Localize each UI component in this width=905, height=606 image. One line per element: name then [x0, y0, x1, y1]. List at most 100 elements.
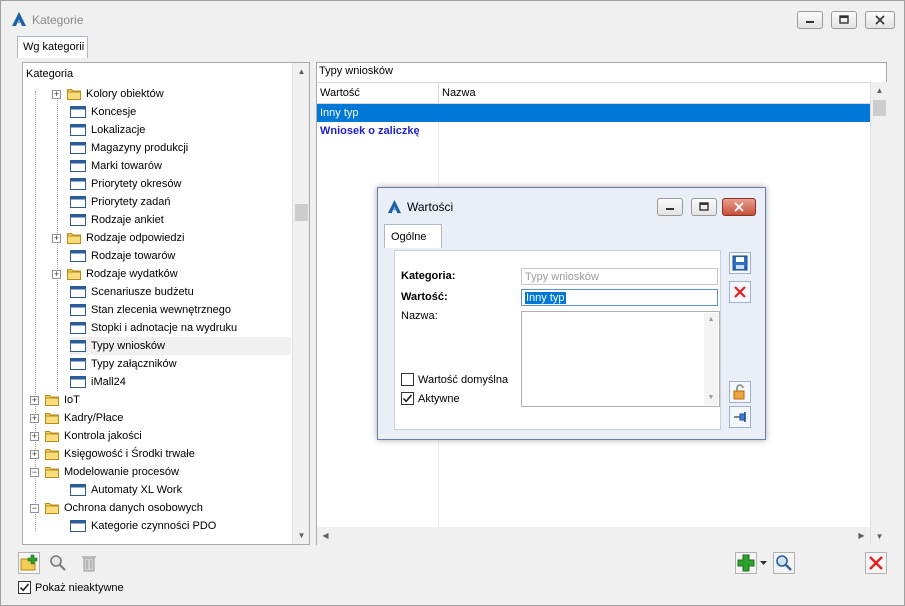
collapse-icon[interactable]: −	[30, 503, 39, 513]
table-icon	[70, 124, 86, 136]
tree-item[interactable]: + Rodzaje odpowiedzi	[52, 229, 291, 247]
default-value-checkbox[interactable]	[401, 373, 414, 386]
maximize-button[interactable]	[831, 11, 857, 29]
search-values-button[interactable]	[773, 552, 795, 574]
dialog-form: Kategoria: Typy wniosków Wartość: Inny t…	[394, 250, 721, 430]
expand-icon[interactable]: +	[30, 431, 39, 441]
column-separator	[438, 83, 439, 105]
table-icon	[70, 340, 86, 352]
tree-item-label: Rodzaje wydatków	[86, 268, 178, 280]
scroll-up-icon[interactable]: ▲	[704, 313, 718, 327]
table-icon	[70, 160, 86, 172]
tree-item[interactable]: + Kolory obiektów	[52, 85, 291, 103]
category-field: Typy wniosków	[521, 268, 718, 285]
scroll-right-icon[interactable]: ▶	[853, 527, 870, 544]
scroll-down-icon[interactable]: ▼	[871, 528, 888, 545]
grid-scrollbar[interactable]: ▲ ▼	[870, 82, 887, 545]
tab-by-category[interactable]: Wg kategorii	[17, 36, 88, 58]
tree-item-label: Kadry/Płace	[64, 412, 124, 424]
value-field[interactable]: Inny typ	[521, 289, 718, 306]
tree-item[interactable]: + Kadry/Płace	[30, 409, 291, 427]
tree-item[interactable]: Kategorie czynności PDO	[70, 517, 291, 535]
active-row[interactable]: Aktywne	[401, 392, 460, 405]
h-scrollbar[interactable]: ◀ ▶	[317, 527, 870, 545]
dialog-maximize-button[interactable]	[691, 198, 717, 216]
tree-item-label: Lokalizacje	[91, 124, 146, 136]
add-dropdown-button[interactable]	[758, 552, 769, 574]
checkmark-icon	[402, 394, 413, 403]
expand-icon[interactable]: +	[30, 413, 39, 423]
tree-item[interactable]: iMall24	[70, 373, 291, 391]
tree-item-label: Rodzaje ankiet	[91, 214, 164, 226]
tree-item-label: Koncesje	[91, 106, 137, 118]
collapse-icon[interactable]: −	[30, 467, 39, 477]
tab-general[interactable]: Ogólne	[384, 224, 442, 248]
show-inactive-row[interactable]: Pokaż nieaktywne	[18, 581, 124, 594]
scroll-down-icon[interactable]: ▼	[704, 391, 718, 405]
tree-item[interactable]: + Rodzaje wydatków	[52, 265, 291, 283]
tree-item[interactable]: + Kontrola jakości	[30, 427, 291, 445]
add-value-button[interactable]	[735, 552, 757, 574]
folder-icon	[67, 233, 81, 244]
tree-item[interactable]: Typy wniosków	[70, 337, 291, 355]
scroll-down-icon[interactable]: ▼	[293, 527, 310, 544]
search-button[interactable]	[47, 552, 69, 574]
dialog-minimize-button[interactable]	[657, 198, 683, 216]
tree-item-label: Kolory obiektów	[86, 88, 164, 100]
expand-icon[interactable]: +	[52, 233, 61, 243]
tree-item[interactable]: Magazyny produkcji	[70, 139, 291, 157]
expand-icon[interactable]: +	[30, 395, 39, 405]
tree-item-label: Stopki i adnotacje na wydruku	[91, 322, 238, 334]
tree-item-label: IoT	[64, 394, 80, 406]
active-checkbox[interactable]	[401, 392, 414, 405]
unlock-button[interactable]	[729, 381, 751, 403]
minimize-button[interactable]	[797, 11, 823, 29]
show-inactive-checkbox[interactable]	[18, 581, 31, 594]
tree-item-label: Priorytety zadań	[91, 196, 171, 208]
scroll-left-icon[interactable]: ◀	[317, 527, 334, 544]
cancel-button[interactable]	[729, 281, 751, 303]
close-window-button[interactable]	[865, 552, 887, 574]
scroll-up-icon[interactable]: ▲	[293, 63, 310, 80]
close-icon	[734, 286, 746, 298]
tree-item[interactable]: + IoT	[30, 391, 291, 409]
tree-item[interactable]: Automaty XL Work	[70, 481, 291, 499]
delete-category-button[interactable]	[78, 552, 100, 574]
tree-item[interactable]: Typy załączników	[70, 355, 291, 373]
column-header-value[interactable]: Wartość	[320, 87, 360, 99]
tree-item[interactable]: Rodzaje towarów	[70, 247, 291, 265]
tree-item-label: Ochrona danych osobowych	[64, 502, 203, 514]
scroll-up-icon[interactable]: ▲	[871, 82, 888, 99]
dialog-close-button[interactable]	[722, 198, 756, 216]
tree-item[interactable]: − Ochrona danych osobowych	[30, 499, 291, 517]
table-row[interactable]: Wniosek o zaliczkę	[317, 122, 870, 140]
tree-scrollbar[interactable]: ▲ ▼	[292, 63, 309, 544]
tree-item[interactable]: Priorytety zadań	[70, 193, 291, 211]
textarea-scrollbar[interactable]: ▲ ▼	[704, 313, 718, 405]
tree-item[interactable]: + Księgowość i Środki trwałe	[30, 445, 291, 463]
tree-item[interactable]: Stan zlecenia wewnętrznego	[70, 301, 291, 319]
pin-button[interactable]	[729, 406, 751, 428]
tree-item[interactable]: Lokalizacje	[70, 121, 291, 139]
scroll-thumb[interactable]	[295, 204, 308, 221]
tree-item[interactable]: Priorytety okresów	[70, 175, 291, 193]
column-header-name[interactable]: Nazwa	[442, 87, 476, 99]
grid-header: Wartość Nazwa	[317, 82, 870, 105]
tree-item[interactable]: Rodzaje ankiet	[70, 211, 291, 229]
tree-item[interactable]: Koncesje	[70, 103, 291, 121]
name-textarea[interactable]: ▲ ▼	[521, 311, 720, 407]
show-inactive-label: Pokaż nieaktywne	[35, 581, 124, 594]
expand-icon[interactable]: +	[52, 269, 61, 279]
close-button[interactable]	[865, 11, 895, 29]
tree-item[interactable]: Scenariusze budżetu	[70, 283, 291, 301]
tree-item[interactable]: Stopki i adnotacje na wydruku	[70, 319, 291, 337]
save-button[interactable]	[729, 252, 751, 274]
scroll-thumb[interactable]	[873, 100, 886, 116]
expand-icon[interactable]: +	[52, 89, 61, 99]
tree-item[interactable]: − Modelowanie procesów	[30, 463, 291, 481]
tree-item[interactable]: Marki towarów	[70, 157, 291, 175]
add-category-button[interactable]	[18, 552, 40, 574]
expand-icon[interactable]: +	[30, 449, 39, 459]
table-row[interactable]: Inny typ	[317, 104, 870, 122]
default-value-row[interactable]: Wartość domyślna	[401, 373, 508, 386]
